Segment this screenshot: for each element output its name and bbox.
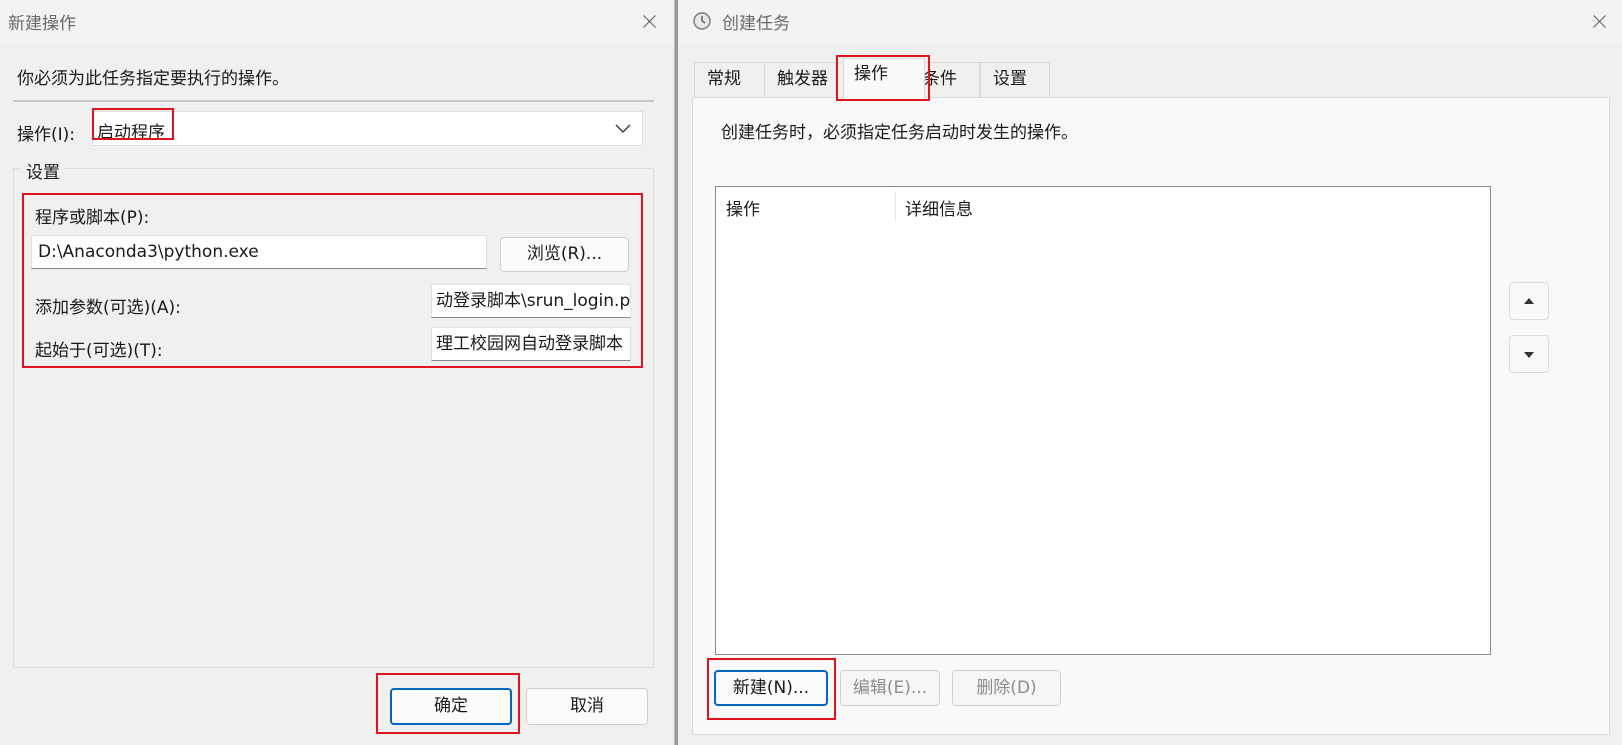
tab-settings[interactable]: 设置 (980, 62, 1050, 98)
new-action-dialog: 新建操作 你必须为此任务指定要执行的操作。 操作(I): 启动程序 设置 程序或… (0, 0, 675, 745)
browse-button[interactable]: 浏览(R)... (500, 237, 629, 272)
program-label: 程序或脚本(P): (35, 208, 150, 228)
title-bar: 新建操作 (0, 0, 674, 44)
cancel-button[interactable]: 取消 (526, 688, 648, 725)
create-task-dialog: 创建任务 常规 触发器 操作 条件 设置 创建任务时，必须指定任务启动时发生的操… (678, 0, 1622, 745)
start-in-input[interactable]: 理工校园网自动登录脚本 (431, 327, 631, 361)
settings-group-label: 设置 (22, 158, 64, 183)
actions-panel: 创建任务时，必须指定任务启动时发生的操作。 操作 详细信息 新建(N)... 编… (692, 97, 1610, 735)
move-down-button[interactable] (1509, 335, 1549, 373)
start-in-label: 起始于(可选)(T): (35, 341, 163, 361)
ok-button[interactable]: 确定 (390, 688, 512, 725)
dialog-title: 创建任务 (722, 14, 790, 34)
actions-table[interactable]: 操作 详细信息 (715, 186, 1491, 655)
action-select-value: 启动程序 (97, 123, 165, 143)
new-action-button[interactable]: 新建(N)... (714, 670, 828, 706)
clock-icon (693, 12, 711, 30)
column-divider[interactable] (895, 191, 896, 221)
dialog-title: 新建操作 (8, 14, 76, 34)
divider (13, 100, 654, 102)
action-select[interactable]: 启动程序 (92, 111, 643, 146)
column-header-action[interactable]: 操作 (726, 195, 760, 220)
panel-description: 创建任务时，必须指定任务启动时发生的操作。 (721, 123, 1078, 143)
chevron-down-icon (615, 124, 631, 134)
action-label: 操作(I): (17, 125, 76, 145)
column-header-details[interactable]: 详细信息 (905, 195, 973, 220)
edit-action-button[interactable]: 编辑(E)... (840, 670, 940, 706)
tab-general[interactable]: 常规 (694, 62, 767, 98)
close-icon[interactable] (634, 8, 664, 36)
title-bar: 创建任务 (678, 0, 1622, 44)
args-label: 添加参数(可选)(A): (35, 298, 181, 318)
args-input[interactable]: 动登录脚本\srun_login.py (431, 284, 631, 318)
instruction-text: 你必须为此任务指定要执行的操作。 (17, 69, 289, 89)
arrow-up-icon (1524, 298, 1534, 304)
close-icon[interactable] (1584, 8, 1614, 36)
delete-action-button[interactable]: 删除(D) (952, 670, 1061, 706)
tab-triggers[interactable]: 触发器 (764, 62, 844, 98)
tab-actions[interactable]: 操作 (843, 58, 925, 100)
table-header: 操作 详细信息 (716, 187, 1490, 223)
move-up-button[interactable] (1509, 282, 1549, 320)
program-input[interactable]: D:\Anaconda3\python.exe (31, 235, 487, 269)
arrow-down-icon (1524, 352, 1534, 358)
